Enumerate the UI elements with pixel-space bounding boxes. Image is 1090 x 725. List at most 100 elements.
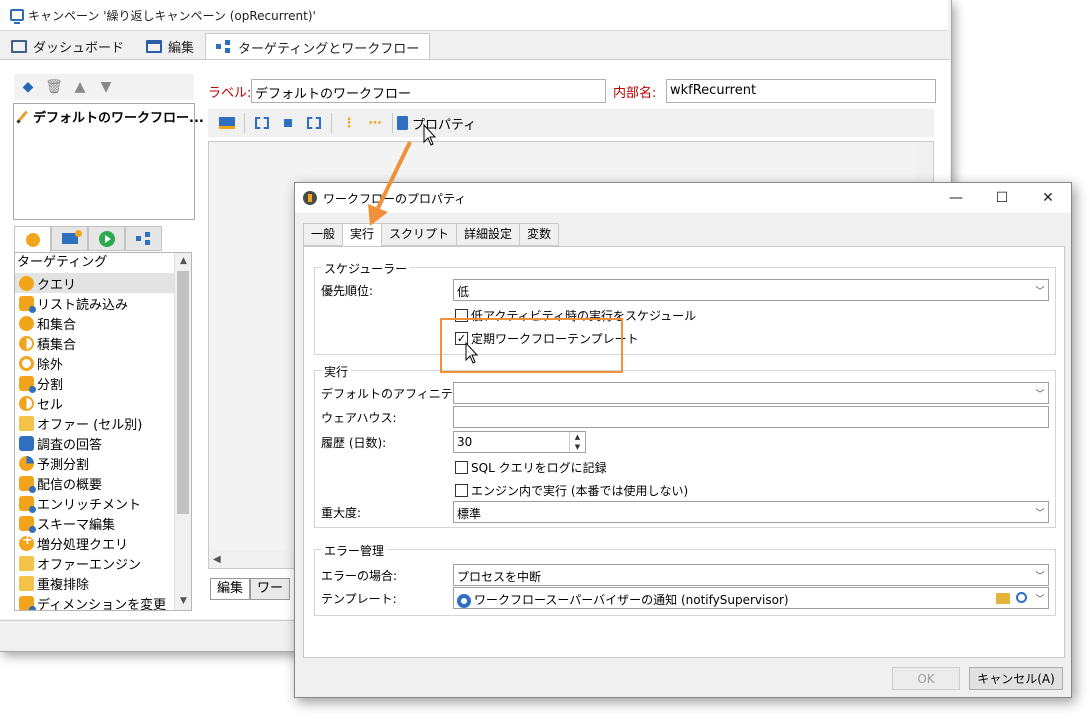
scroll-up-icon[interactable]: ▲ bbox=[175, 253, 191, 270]
priority-select[interactable]: 低 ﹀ bbox=[453, 279, 1049, 301]
tab-targeting-workflow[interactable]: ターゲティングとワークフロー bbox=[205, 33, 431, 60]
activity-offer-engine[interactable]: オファーエンジン bbox=[15, 553, 175, 573]
activity-label: 重複排除 bbox=[37, 577, 90, 593]
scroll-down-icon[interactable]: ▼ bbox=[175, 593, 191, 610]
activity-incremental-query[interactable]: 増分処理クエリ bbox=[15, 533, 175, 553]
activity-union[interactable]: 和集合 bbox=[15, 313, 175, 333]
tab-edit[interactable]: 編集 bbox=[135, 33, 205, 59]
tab-general[interactable]: 一般 bbox=[303, 223, 344, 246]
cell-icon bbox=[19, 395, 34, 411]
properties-label: プロパティ bbox=[412, 117, 477, 133]
template-field[interactable]: ワークフロースーパーバイザーの通知 (notifySupervisor) ﹀ bbox=[453, 587, 1049, 609]
on-error-select[interactable]: プロセスを中断 ﹀ bbox=[453, 564, 1049, 586]
activity-survey-answers[interactable]: 調査の回答 bbox=[15, 433, 175, 453]
activity-edit-schema[interactable]: スキーマ編集 bbox=[15, 513, 175, 533]
activity-scrollbar[interactable]: ▲ ▼ bbox=[174, 253, 191, 610]
delete-icon[interactable]: 🗑 bbox=[45, 79, 63, 95]
close-icon[interactable]: ✕ bbox=[1025, 183, 1071, 213]
activity-offer-by-cell[interactable]: オファー (セル別) bbox=[15, 413, 175, 433]
activity-label: クエリ bbox=[37, 277, 77, 293]
tab-delivery-activities[interactable] bbox=[51, 226, 88, 251]
activity-label: スキーマ編集 bbox=[37, 517, 116, 533]
spin-buttons[interactable]: ▲ ▼ bbox=[569, 432, 585, 452]
layout-icon[interactable] bbox=[214, 112, 240, 134]
bottom-tab-workflow[interactable]: ワー bbox=[250, 578, 291, 600]
horizontal-align-icon[interactable]: ⋯ bbox=[362, 112, 388, 134]
search-icon[interactable] bbox=[1016, 592, 1027, 603]
warehouse-input[interactable] bbox=[453, 406, 1049, 428]
tab-targeting-activities[interactable] bbox=[14, 226, 51, 252]
tab-script[interactable]: スクリプト bbox=[381, 223, 458, 246]
chevron-down-icon: ﹀ bbox=[1035, 389, 1045, 400]
activity-label: 調査の回答 bbox=[37, 437, 103, 453]
sql-log-checkbox[interactable]: SQL クエリをログに記録 bbox=[455, 459, 607, 476]
activity-label: 除外 bbox=[37, 357, 64, 373]
tab-control-activities[interactable] bbox=[88, 226, 125, 251]
severity-select[interactable]: 標準 ﹀ bbox=[453, 501, 1049, 523]
tab-variables[interactable]: 変数 bbox=[519, 223, 560, 246]
canvas-bottom-tabs: 編集 ワー bbox=[210, 578, 291, 600]
flow-icon bbox=[135, 231, 152, 246]
activity-read-list[interactable]: リスト読み込み bbox=[15, 293, 175, 313]
activity-predictive-split[interactable]: 予測分割 bbox=[15, 453, 175, 473]
activity-intersection[interactable]: 積集合 bbox=[15, 333, 175, 353]
engine-checkbox[interactable]: エンジン内で実行 (本番では使用しない) bbox=[455, 482, 688, 499]
activity-cell[interactable]: セル bbox=[15, 393, 175, 413]
priority-label: 優先順位: bbox=[321, 284, 374, 298]
activity-label: 分割 bbox=[37, 377, 64, 393]
activity-split[interactable]: 分割 bbox=[15, 373, 175, 393]
on-error-value: プロセスを中断 bbox=[457, 570, 542, 584]
bottom-tab-edit[interactable]: 編集 bbox=[210, 578, 251, 600]
pie-icon bbox=[19, 455, 34, 471]
activity-label: 増分処理クエリ bbox=[37, 537, 129, 553]
activity-query[interactable]: クエリ bbox=[15, 273, 175, 293]
add-workflow-icon[interactable]: ◆ bbox=[20, 79, 36, 95]
frame-icon[interactable] bbox=[301, 112, 327, 134]
priority-value: 低 bbox=[457, 285, 470, 299]
internal-name-field[interactable]: wkfRecurrent bbox=[666, 79, 936, 103]
workflow-list-item[interactable]: デフォルトのワークフロー... bbox=[17, 107, 204, 126]
warehouse-label: ウェアハウス: bbox=[321, 411, 397, 425]
tab-advanced[interactable]: 詳細設定 bbox=[456, 223, 521, 246]
activity-list: ターゲティング クエリ リスト読み込み 和集合 積集合 除外 分割 セル オファ… bbox=[15, 253, 175, 610]
tab-execution[interactable]: 実行 bbox=[342, 223, 383, 248]
move-up-icon[interactable]: ▲ bbox=[72, 79, 88, 95]
vertical-align-icon[interactable]: ⋮ bbox=[336, 112, 362, 134]
activity-group-header: ターゲティング bbox=[17, 255, 108, 270]
activity-label: 予測分割 bbox=[37, 457, 90, 473]
chevron-down-icon: ﹀ bbox=[1035, 286, 1045, 297]
dialog-title: ワークフローのプロパティ bbox=[323, 191, 467, 206]
dialog-tabs: 一般 実行 スクリプト 詳細設定 変数 bbox=[303, 223, 560, 248]
scroll-thumb[interactable] bbox=[177, 271, 189, 514]
folder-icon[interactable] bbox=[996, 593, 1010, 604]
cancel-button[interactable]: キャンセル(A) bbox=[969, 667, 1063, 690]
history-days-input[interactable]: 30 ▲ ▼ bbox=[453, 431, 586, 453]
ok-button[interactable]: OK bbox=[892, 667, 960, 690]
maximize-icon[interactable]: ☐ bbox=[979, 183, 1025, 213]
properties-button[interactable]: プロパティ bbox=[397, 114, 476, 133]
label-field[interactable]: デフォルトのワークフロー bbox=[251, 79, 606, 103]
move-down-icon[interactable]: ▼ bbox=[98, 79, 114, 95]
activity-exclusion[interactable]: 除外 bbox=[15, 353, 175, 373]
toolbar-separator bbox=[244, 113, 245, 133]
activity-change-dimension[interactable]: ディメンションを変更 bbox=[15, 593, 175, 610]
activity-delivery-outline[interactable]: 配信の概要 bbox=[15, 473, 175, 493]
schema-icon bbox=[19, 515, 36, 533]
activity-deduplication[interactable]: 重複排除 bbox=[15, 573, 175, 593]
dashboard-icon bbox=[11, 39, 27, 53]
activity-enrichment[interactable]: エンリッチメント bbox=[15, 493, 175, 513]
tab-flow-activities[interactable] bbox=[125, 226, 162, 251]
spin-up-icon[interactable]: ▲ bbox=[570, 432, 585, 442]
chevron-down-icon[interactable]: ﹀ bbox=[1032, 588, 1048, 608]
workflow-list: デフォルトのワークフロー... bbox=[13, 103, 204, 220]
zoom-icon[interactable] bbox=[275, 112, 301, 134]
fit-icon[interactable] bbox=[249, 112, 275, 134]
checkbox-box bbox=[455, 484, 468, 497]
workflow-icon bbox=[216, 40, 232, 54]
minimize-icon[interactable]: — bbox=[933, 183, 979, 213]
intersection-icon bbox=[19, 335, 34, 351]
tab-dashboard[interactable]: ダッシュボード bbox=[0, 33, 135, 59]
spin-down-icon[interactable]: ▼ bbox=[570, 442, 585, 452]
affinity-select[interactable]: ﹀ bbox=[453, 382, 1049, 404]
query-icon bbox=[19, 275, 34, 291]
